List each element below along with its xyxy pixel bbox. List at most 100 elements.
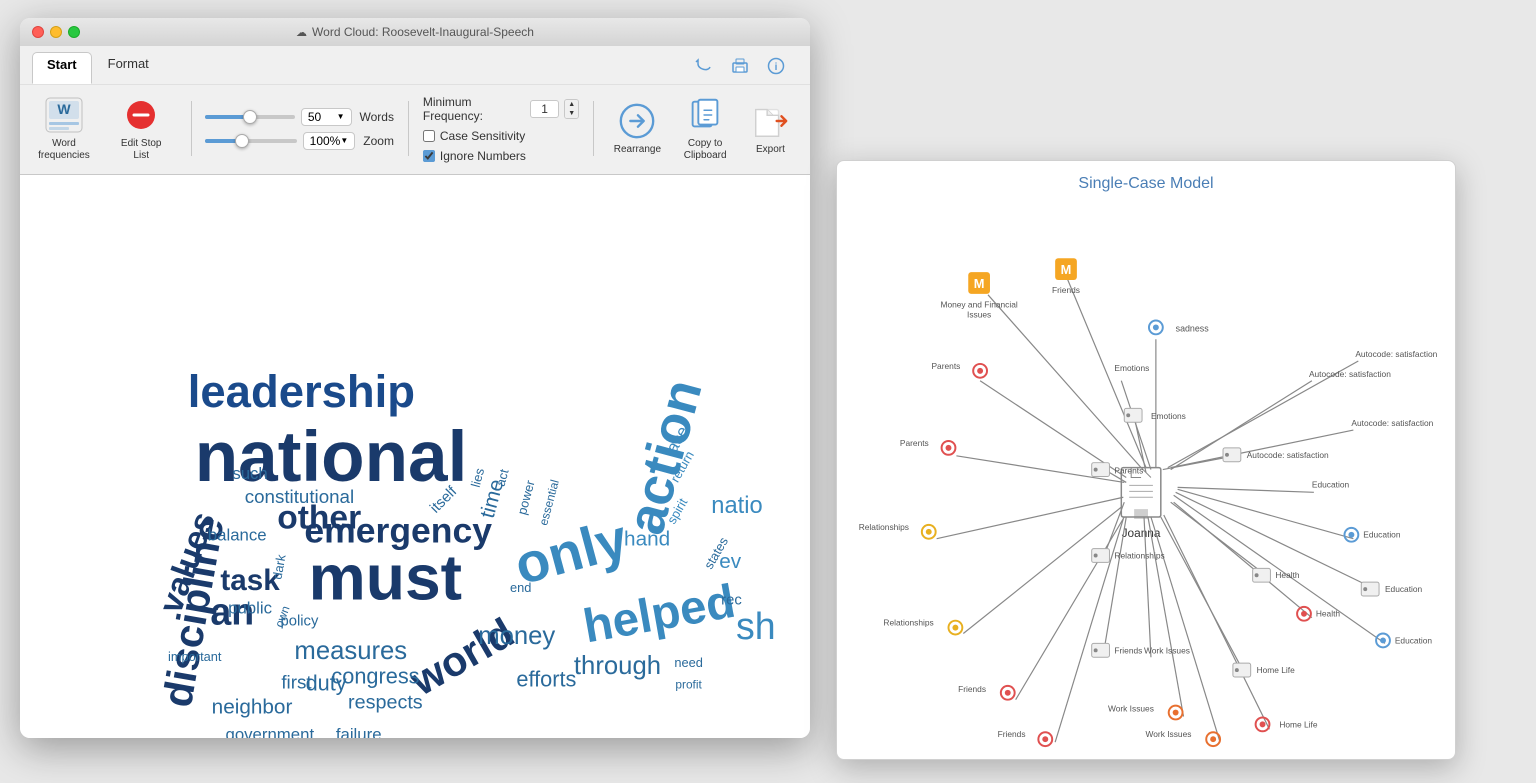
words-slider[interactable] <box>205 115 294 119</box>
word-neighbor: neighbor <box>212 695 293 718</box>
toolbar-area: Start Format <box>20 46 810 175</box>
words-slider-row: 50 ▼ Words <box>205 108 394 126</box>
wordcloud-area: national must leadership only action hel… <box>20 175 810 738</box>
rearrange-icon <box>617 101 657 141</box>
word-essential: essential <box>536 478 562 527</box>
word-helped: helped <box>579 575 739 654</box>
svg-text:Work Issues: Work Issues <box>1144 645 1190 655</box>
word-such: such <box>232 464 267 483</box>
svg-text:Health: Health <box>1275 570 1300 580</box>
line-rel1 <box>937 497 1124 538</box>
svg-text:Autocode: satisfaction: Autocode: satisfaction <box>1355 349 1437 359</box>
case-sensitivity-checkbox[interactable] <box>423 130 435 142</box>
svg-text:Emotions: Emotions <box>1114 363 1149 373</box>
word-frequencies-button[interactable]: W Wordfrequencies <box>32 91 96 166</box>
word-must: must <box>309 542 462 614</box>
word-dark: dark <box>269 553 288 581</box>
rearrange-button[interactable]: Rearrange <box>608 97 668 160</box>
zoom-label: Zoom <box>363 134 394 148</box>
min-freq-value[interactable]: 1 <box>530 100 558 118</box>
svg-text:Parents: Parents <box>931 361 960 371</box>
svg-text:Autocode: satisfaction: Autocode: satisfaction <box>1351 418 1433 428</box>
svg-text:M: M <box>1061 262 1072 277</box>
word-freq-icon: W <box>44 95 84 135</box>
svg-text:Emotions: Emotions <box>1151 411 1186 421</box>
word-action: action <box>616 373 714 540</box>
word-failure: failure <box>336 725 382 738</box>
word-through: through <box>574 652 661 680</box>
zoom-slider[interactable] <box>205 139 296 143</box>
svg-text:sadness: sadness <box>1176 323 1210 333</box>
print-button[interactable] <box>726 52 754 80</box>
words-value-box[interactable]: 50 ▼ <box>301 108 352 126</box>
info-button[interactable]: i <box>762 52 790 80</box>
traffic-lights <box>32 26 80 38</box>
case-sensitivity-row: Case Sensitivity <box>423 129 579 143</box>
divider-3 <box>593 101 594 156</box>
zoom-value-box[interactable]: 100% ▼ <box>303 132 356 150</box>
close-button[interactable] <box>32 26 44 38</box>
word-profit: profit <box>675 678 702 692</box>
divider-2 <box>408 101 409 156</box>
word-natio: natio <box>711 493 762 519</box>
edit-stop-list-button[interactable]: Edit Stop List <box>106 91 177 166</box>
rearrange-label: Rearrange <box>614 144 661 156</box>
maximize-button[interactable] <box>68 26 80 38</box>
svg-text:Issues: Issues <box>967 310 991 320</box>
divider-1 <box>191 101 192 156</box>
undo-button[interactable] <box>690 52 718 80</box>
export-button[interactable]: Export <box>743 97 798 160</box>
svg-text:Home Life: Home Life <box>1257 665 1296 675</box>
ignore-numbers-label: Ignore Numbers <box>440 149 526 163</box>
word-efforts: efforts <box>516 667 576 692</box>
svg-text:Autocode: satisfaction: Autocode: satisfaction <box>1309 369 1391 379</box>
title-bar: ☁ Word Cloud: Roosevelt-Inaugural-Speech <box>20 18 810 46</box>
freq-down[interactable]: ▼ <box>565 109 579 118</box>
svg-text:Friends: Friends <box>1114 645 1142 655</box>
minimize-button[interactable] <box>50 26 62 38</box>
edit-stop-label: Edit Stop List <box>114 138 169 162</box>
svg-text:Joanna: Joanna <box>1122 526 1161 540</box>
ignore-numbers-checkbox[interactable] <box>423 150 435 162</box>
svg-text:Parents: Parents <box>900 438 929 448</box>
svg-text:W: W <box>57 101 71 117</box>
word-public: public <box>228 599 272 618</box>
copy-label: Copy toClipboard <box>684 138 727 162</box>
copy-icon <box>685 95 725 135</box>
tab-format[interactable]: Format <box>94 52 163 84</box>
export-label: Export <box>756 144 785 156</box>
freq-stepper[interactable]: ▲ ▼ <box>564 99 579 119</box>
freq-up[interactable]: ▲ <box>565 100 579 109</box>
svg-text:Relationships: Relationships <box>859 522 909 532</box>
svg-text:Education: Education <box>1312 479 1350 489</box>
word-ev: ev <box>719 550 742 573</box>
word-act: act <box>493 467 512 488</box>
line-edu1 <box>1178 487 1314 492</box>
app-icon: ☁ <box>296 26 307 39</box>
svg-text:Friends: Friends <box>958 684 986 694</box>
min-freq-row: Minimum Frequency: 1 ▲ ▼ <box>423 95 579 123</box>
word-need: need <box>674 655 703 670</box>
svg-text:i: i <box>775 62 778 73</box>
line-edu2 <box>1178 489 1354 538</box>
line-work2 <box>1148 517 1184 716</box>
word-measures: measures <box>294 637 407 665</box>
window-title: ☁ Word Cloud: Roosevelt-Inaugural-Speech <box>296 25 534 39</box>
tab-start[interactable]: Start <box>32 52 92 84</box>
svg-text:Education: Education <box>1395 635 1433 645</box>
min-freq-label: Minimum Frequency: <box>423 95 526 123</box>
line-friends2 <box>1105 517 1127 647</box>
svg-text:Work Issues: Work Issues <box>1146 729 1192 739</box>
model-title: Single-Case Model <box>837 161 1455 201</box>
ignore-numbers-row: Ignore Numbers <box>423 149 579 163</box>
word-duty: duty <box>306 671 347 696</box>
model-body: Joanna <box>837 201 1455 754</box>
app-window: ☁ Word Cloud: Roosevelt-Inaugural-Speech… <box>20 18 810 738</box>
line-edu3 <box>1176 492 1374 588</box>
word-leadership: leadership <box>188 366 415 417</box>
word-balance: balance <box>208 525 267 544</box>
svg-text:Relationships: Relationships <box>883 618 933 628</box>
edit-stop-icon <box>121 95 161 135</box>
line-health2 <box>1174 502 1312 618</box>
copy-clipboard-button[interactable]: Copy toClipboard <box>677 91 733 166</box>
